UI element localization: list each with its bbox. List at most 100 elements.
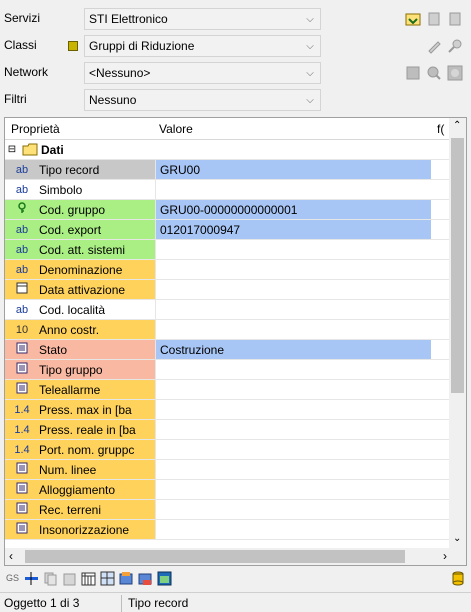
property-name-cell[interactable]: Stato — [5, 340, 155, 359]
horizontal-scrollbar[interactable]: ‹ › — [5, 548, 451, 565]
property-value[interactable]: GRU00-00000000000001 — [155, 200, 431, 219]
property-row[interactable]: Insonorizzazione — [5, 520, 451, 540]
property-row[interactable]: Tipo gruppo — [5, 360, 451, 380]
property-value[interactable] — [155, 480, 431, 499]
property-row[interactable]: Stato Costruzione — [5, 340, 451, 360]
property-name-cell[interactable]: ab Simbolo — [5, 180, 155, 199]
group-row-dati[interactable]: ⊟ Dati — [5, 140, 451, 160]
property-name-cell[interactable]: Num. linee — [5, 460, 155, 479]
chevron-down-icon[interactable]: ⌵ — [300, 36, 320, 56]
property-name-cell[interactable]: ab Tipo record — [5, 160, 155, 179]
property-name-cell[interactable]: ab Cod. export — [5, 220, 155, 239]
servizi-label: Servizi — [4, 11, 41, 25]
property-name-cell[interactable]: Tipo gruppo — [5, 360, 155, 379]
classi-value: Gruppi di Riduzione — [89, 39, 195, 53]
zoom2-disabled-icon[interactable] — [446, 64, 464, 82]
gs-icon[interactable]: GS — [4, 570, 21, 587]
header-valore: Valore — [159, 122, 193, 136]
zoom-disabled-icon[interactable] — [425, 64, 443, 82]
property-value[interactable] — [155, 500, 431, 519]
property-value[interactable] — [155, 280, 431, 299]
property-row[interactable]: 1.4 Port. nom. gruppc — [5, 440, 451, 460]
property-name-cell[interactable]: Rec. terreni — [5, 500, 155, 519]
property-row[interactable]: Alloggiamento — [5, 480, 451, 500]
servizi-combo[interactable]: STI Elettronico ⌵ — [84, 8, 321, 30]
property-row[interactable]: ab Cod. att. sistemi — [5, 240, 451, 260]
property-name-cell[interactable]: 1.4 Port. nom. gruppc — [5, 440, 155, 459]
vertical-scrollbar[interactable]: ⌃ ⌄ — [449, 118, 466, 548]
grid-icon[interactable] — [99, 570, 116, 587]
calendar-icon[interactable] — [80, 570, 97, 587]
paste-disabled-icon[interactable] — [61, 570, 78, 587]
horizontal-scroll-thumb[interactable] — [25, 550, 405, 563]
vertical-scroll-thumb[interactable] — [451, 138, 464, 393]
property-name: Tipo record — [39, 162, 100, 177]
property-name-cell[interactable]: 10 Anno costr. — [5, 320, 155, 339]
copy-disabled-icon[interactable] — [42, 570, 59, 587]
doc2-disabled-icon[interactable] — [446, 10, 464, 28]
scroll-left-icon[interactable]: ‹ — [9, 549, 13, 563]
property-row[interactable]: ab Tipo record GRU00 — [5, 160, 451, 180]
property-value[interactable] — [155, 460, 431, 479]
scroll-right-icon[interactable]: › — [443, 549, 447, 563]
property-value[interactable] — [155, 520, 431, 539]
property-value[interactable] — [155, 400, 431, 419]
property-name-cell[interactable]: Cod. gruppo — [5, 200, 155, 219]
property-row[interactable]: ab Cod. località — [5, 300, 451, 320]
property-name-cell[interactable]: 1.4 Press. max in [ba — [5, 400, 155, 419]
property-name-cell[interactable]: ab Cod. località — [5, 300, 155, 319]
square-disabled-icon[interactable] — [404, 64, 422, 82]
import-icon[interactable] — [404, 10, 422, 28]
property-value[interactable] — [155, 260, 431, 279]
export-icon[interactable] — [118, 570, 135, 587]
property-row[interactable]: 1.4 Press. reale in [ba — [5, 420, 451, 440]
property-row[interactable]: ab Simbolo — [5, 180, 451, 200]
network-combo[interactable]: <Nessuno> ⌵ — [84, 62, 321, 84]
property-value[interactable] — [155, 440, 431, 459]
classi-combo[interactable]: Gruppi di Riduzione ⌵ — [66, 35, 321, 57]
property-value[interactable] — [155, 240, 431, 259]
chevron-down-icon[interactable]: ⌵ — [300, 9, 320, 29]
align-icon[interactable] — [23, 570, 40, 587]
scroll-up-icon[interactable]: ⌃ — [453, 120, 461, 131]
scroll-down-icon[interactable]: ⌄ — [453, 533, 461, 544]
property-row[interactable]: 1.4 Press. max in [ba — [5, 400, 451, 420]
doc-disabled-icon[interactable] — [425, 10, 443, 28]
database-icon[interactable] — [450, 570, 467, 587]
filtri-combo[interactable]: Nessuno ⌵ — [84, 89, 321, 111]
property-value[interactable]: Costruzione — [155, 340, 431, 359]
property-value[interactable]: 012017000947 — [155, 220, 431, 239]
property-value[interactable] — [155, 320, 431, 339]
property-row[interactable]: Cod. gruppo GRU00-00000000000001 — [5, 200, 451, 220]
property-value[interactable] — [155, 360, 431, 379]
window-icon[interactable] — [156, 570, 173, 587]
property-value[interactable] — [155, 180, 431, 199]
property-row[interactable]: Data attivazione — [5, 280, 451, 300]
tools-disabled-icon[interactable] — [446, 37, 464, 55]
chevron-down-icon[interactable]: ⌵ — [300, 63, 320, 83]
network-label: Network — [4, 65, 49, 79]
property-name-cell[interactable]: ab Cod. att. sistemi — [5, 240, 155, 259]
pen-disabled-icon[interactable] — [425, 37, 443, 55]
property-name-cell[interactable]: ab Denominazione — [5, 260, 155, 279]
property-name-cell[interactable]: Teleallarme — [5, 380, 155, 399]
property-value[interactable] — [155, 420, 431, 439]
property-row[interactable]: Rec. terreni — [5, 500, 451, 520]
collapse-icon[interactable]: ⊟ — [5, 144, 19, 155]
property-row[interactable]: ab Denominazione — [5, 260, 451, 280]
property-row[interactable]: 10 Anno costr. — [5, 320, 451, 340]
property-value[interactable] — [155, 300, 431, 319]
property-grid[interactable]: Proprietà Valore f( ⊟ Dati ab Tipo record… — [4, 117, 467, 566]
chevron-down-icon[interactable]: ⌵ — [300, 90, 320, 110]
property-name-cell[interactable]: Data attivazione — [5, 280, 155, 299]
property-row[interactable]: Num. linee — [5, 460, 451, 480]
property-name-cell[interactable]: Insonorizzazione — [5, 520, 155, 539]
property-name-cell[interactable]: 1.4 Press. reale in [ba — [5, 420, 155, 439]
property-value[interactable] — [155, 380, 431, 399]
property-name-cell[interactable]: Alloggiamento — [5, 480, 155, 499]
import-db-icon[interactable] — [137, 570, 154, 587]
property-value[interactable]: GRU00 — [155, 160, 431, 179]
property-row[interactable]: ab Cod. export 012017000947 — [5, 220, 451, 240]
property-row[interactable]: Teleallarme — [5, 380, 451, 400]
property-name: Data attivazione — [39, 282, 126, 297]
